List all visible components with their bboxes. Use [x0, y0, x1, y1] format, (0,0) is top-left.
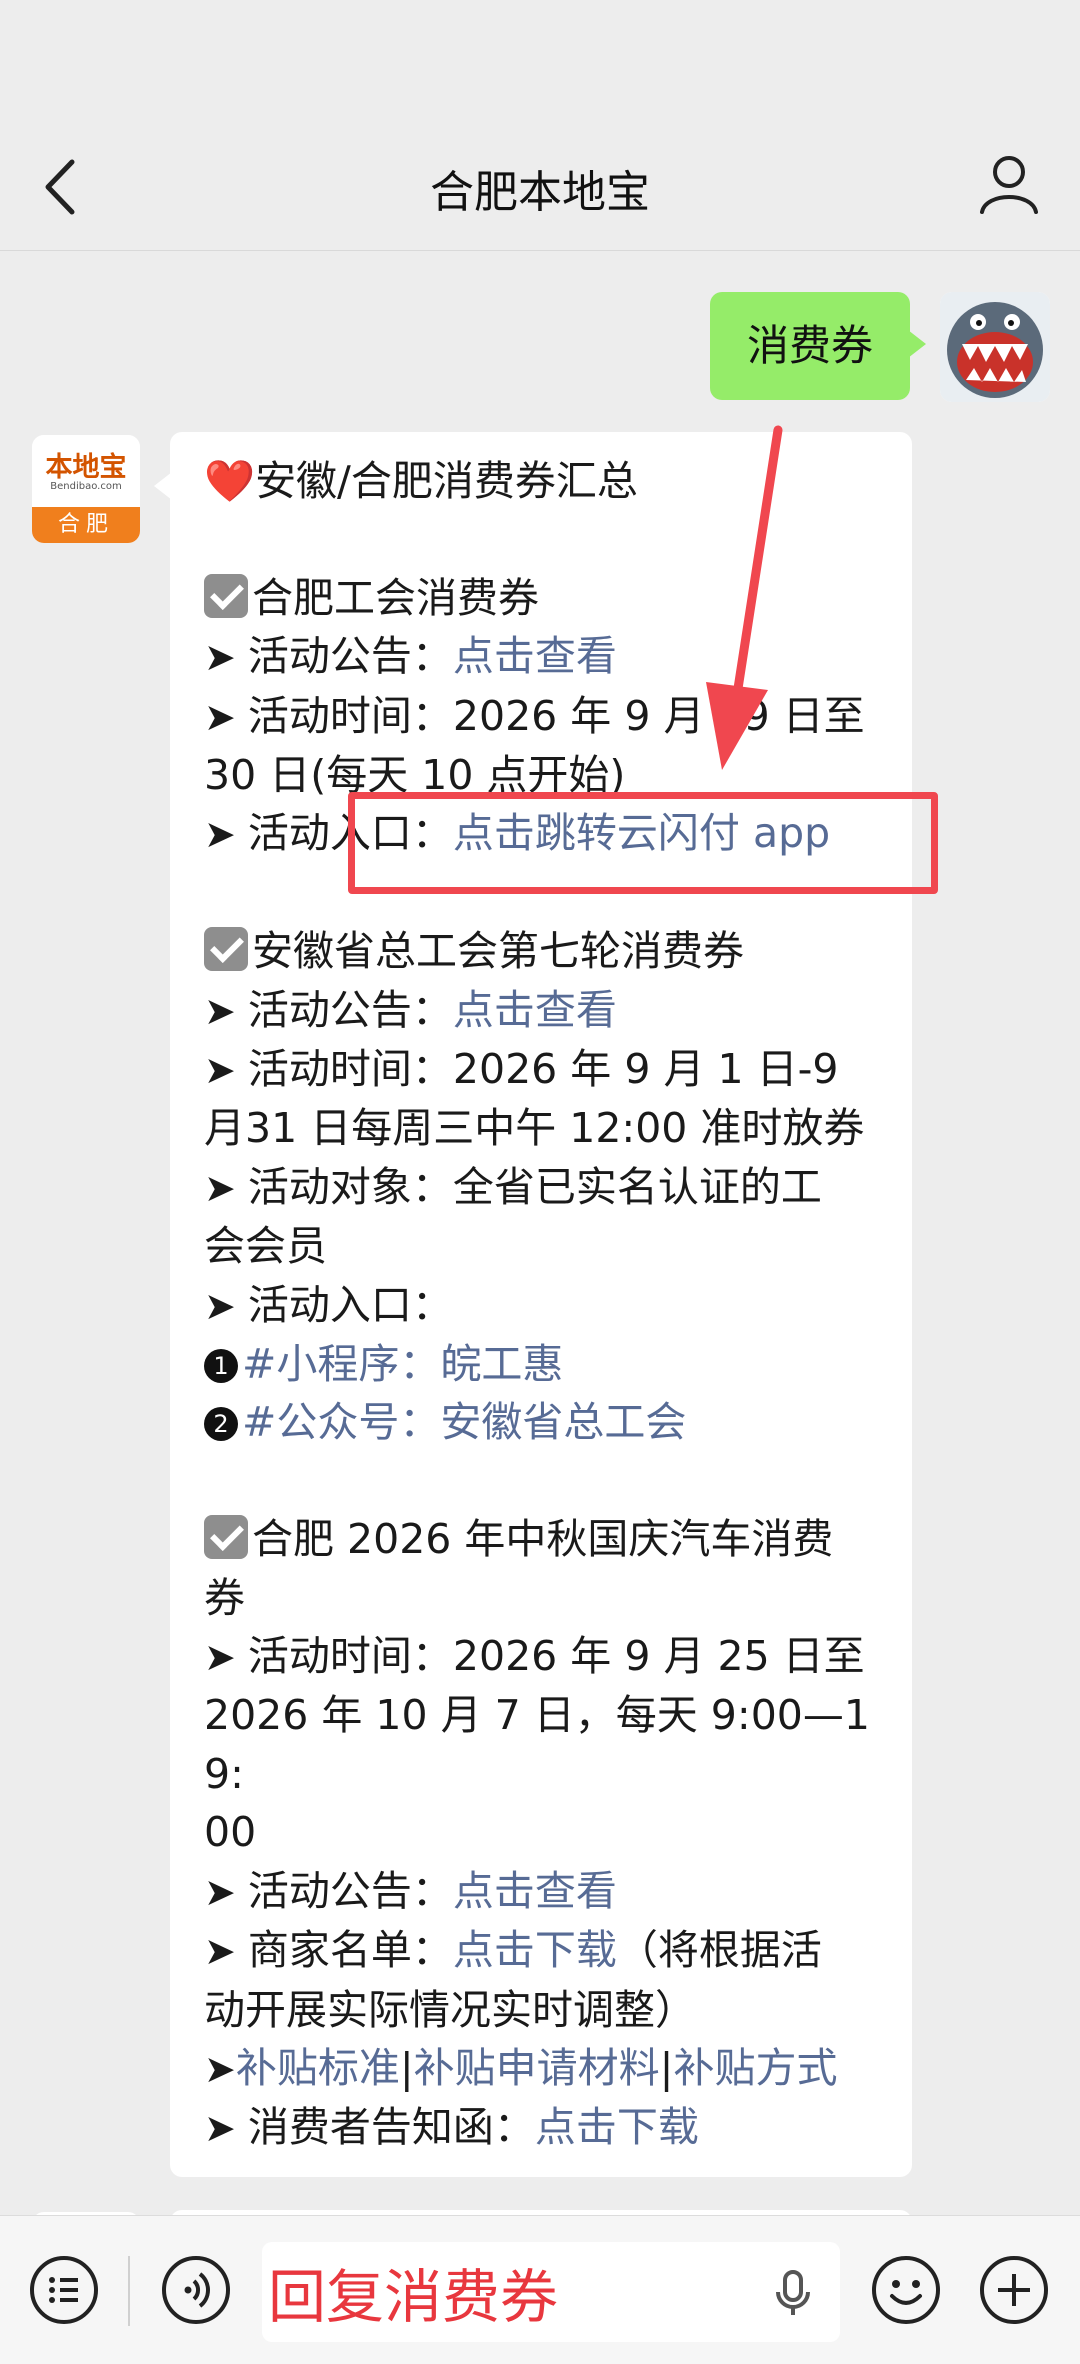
arrow-bullet-icon: ➤ — [204, 812, 248, 857]
user-avatar[interactable] — [940, 292, 1050, 402]
plus-icon[interactable] — [978, 2254, 1050, 2326]
time-label: 活动时间： — [247, 1632, 453, 1681]
target-text: 全省已实名认证的工 — [452, 1162, 822, 1211]
brand-name: 本地宝 — [45, 452, 127, 483]
section-title: 安徽省总工会第七轮消费券 — [252, 927, 744, 976]
arrow-bullet-icon: ➤ — [204, 635, 248, 680]
highlight-box — [348, 792, 938, 894]
input-bar: 回复消费券 — [0, 2215, 1080, 2364]
merchant-download-link[interactable]: 点击下载 — [453, 1926, 617, 1974]
time-text-cont: 00 — [204, 1808, 257, 1857]
bot-message-card: ❤️安徽/合肥消费券汇总 合肥工会消费券 ➤ 活动公告：点击查看 ➤ 活动时间：… — [154, 432, 912, 2177]
section-title: 合肥 2026 年中秋国庆汽车消费 — [252, 1515, 834, 1564]
subsidy-standard-link[interactable]: 补贴标准 — [236, 2044, 400, 2092]
voice-icon[interactable] — [160, 2254, 232, 2326]
check-icon — [204, 573, 248, 618]
separator: | — [399, 2043, 414, 2092]
arrow-bullet-icon: ➤ — [204, 1165, 248, 1210]
notice-link[interactable]: 点击查看 — [453, 632, 617, 680]
consumer-download-link[interactable]: 点击下载 — [535, 2103, 699, 2151]
notice-link[interactable]: 点击查看 — [453, 986, 617, 1034]
chat-title: 合肥本地宝 — [430, 167, 650, 218]
heart-icon: ❤️ — [204, 457, 256, 505]
entry-label: 活动入口： — [247, 1280, 453, 1329]
emoji-icon[interactable] — [870, 2254, 942, 2326]
brand-logo: 本地宝 Bendibao.com — [32, 435, 140, 507]
notice-link[interactable]: 点击查看 — [453, 1867, 617, 1915]
section-title-cont: 券 — [204, 1573, 245, 1622]
time-text: 2026 年 9 月 1 日-9 — [452, 1045, 839, 1094]
arrow-bullet-icon: ➤ — [204, 2106, 248, 2151]
top-bar: 合肥本地宝 — [0, 0, 1080, 251]
arrow-bullet-icon: ➤ — [204, 1635, 248, 1680]
user-message-bubble[interactable]: 消费券 — [710, 292, 926, 400]
menu-list-icon[interactable] — [28, 2254, 100, 2326]
time-text: 2026 年 9 月 25 日至 — [452, 1632, 865, 1681]
time-text: 2026 年 9 月 29 日至 — [452, 691, 865, 740]
notice-label: 活动公告： — [247, 1866, 453, 1915]
time-label: 活动时间： — [247, 691, 453, 740]
arrow-bullet-icon: ➤ — [204, 1869, 248, 1914]
card-heading: 安徽/合肥消费券汇总 — [255, 457, 638, 505]
profile-icon[interactable] — [974, 148, 1044, 218]
separator: | — [659, 2043, 674, 2092]
merchant-note: （将根据活 — [616, 1926, 822, 1975]
merchant-label: 商家名单： — [247, 1926, 453, 1975]
brand-city: 合肥 — [32, 507, 140, 543]
microphone-icon[interactable] — [768, 2268, 818, 2318]
time-label: 活动时间： — [247, 1045, 453, 1094]
number-badge: 1 — [204, 1349, 238, 1384]
message-content: ❤️安徽/合肥消费券汇总 合肥工会消费券 ➤ 活动公告：点击查看 ➤ 活动时间：… — [204, 452, 884, 2158]
brand-site: Bendibao.com — [50, 481, 122, 492]
subsidy-materials-link[interactable]: 补贴申请材料 — [414, 2044, 660, 2092]
check-icon — [204, 927, 248, 972]
section-title: 合肥工会消费券 — [252, 573, 539, 622]
notice-label: 活动公告： — [247, 985, 453, 1034]
target-text-cont: 会会员 — [204, 1222, 327, 1271]
target-label: 活动对象： — [247, 1162, 453, 1211]
arrow-bullet-icon: ➤ — [204, 1929, 248, 1974]
check-icon — [204, 1515, 248, 1560]
input-text: 回复消费券 — [268, 2263, 559, 2331]
consumer-label: 消费者告知函： — [247, 2103, 535, 2152]
subsidy-method-link[interactable]: 补贴方式 — [674, 2044, 838, 2092]
merchant-note-cont: 动开展实际情况实时调整） — [204, 1985, 696, 2034]
official-account-link[interactable]: #公众号：安徽省总工会 — [242, 1398, 686, 1446]
time-text-cont: 2026 年 10 月 7 日，每天 9:00—19: — [204, 1691, 870, 1798]
arrow-bullet-icon: ➤ — [204, 694, 248, 739]
time-text-cont: 月31 日每周三中午 12:00 准时放券 — [204, 1104, 865, 1153]
message-input[interactable]: 回复消费券 — [262, 2242, 840, 2342]
number-badge: 2 — [204, 1407, 238, 1442]
arrow-bullet-icon: ➤ — [204, 988, 248, 1033]
arrow-bullet-icon: ➤ — [204, 1283, 248, 1328]
notice-label: 活动公告： — [247, 632, 453, 681]
arrow-bullet-icon: ➤ — [204, 2046, 236, 2091]
divider — [128, 2256, 130, 2326]
mini-program-link[interactable]: #小程序：皖工惠 — [242, 1340, 563, 1388]
bot-avatar[interactable]: 本地宝 Bendibao.com 合肥 — [32, 435, 140, 543]
arrow-bullet-icon: ➤ — [204, 1048, 248, 1093]
